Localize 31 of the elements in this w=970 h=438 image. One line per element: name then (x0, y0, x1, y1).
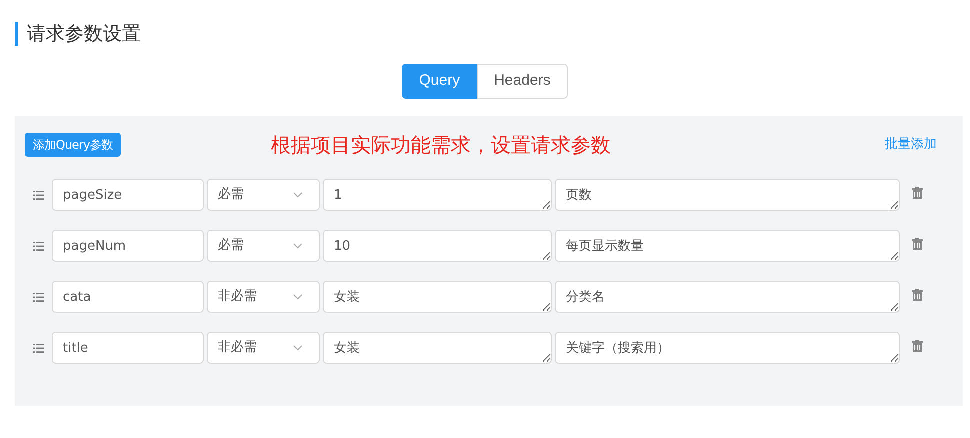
trash-icon[interactable] (912, 187, 923, 199)
tab[interactable]: Headers (477, 64, 568, 99)
chevron-icon (293, 345, 303, 351)
param-value-field[interactable]: 10 (323, 230, 552, 262)
chevron-icon (293, 243, 303, 249)
drag-handle-icon[interactable] (33, 344, 44, 352)
required-select[interactable]: 非必需 (207, 281, 320, 313)
chevron-icon (293, 192, 303, 198)
param-description-field[interactable]: 分类名 (555, 281, 900, 313)
trash-icon[interactable] (912, 340, 923, 352)
trash-icon[interactable] (912, 238, 923, 250)
param-value-field[interactable]: 女装 (323, 281, 552, 313)
drag-handle-icon[interactable] (33, 292, 44, 302)
param-value-field[interactable]: 女装 (323, 332, 552, 364)
param-name-field[interactable]: cata (52, 281, 204, 313)
drag-handle-icon[interactable] (33, 242, 44, 250)
annotation-text: 根据项目实际功能需求，设置请求参数 (270, 132, 611, 159)
param-name-field[interactable]: title (52, 332, 204, 364)
section-title: 请求参数设置 (27, 22, 141, 47)
param-description-field[interactable]: 页数 (555, 179, 900, 211)
drag-handle-icon[interactable] (33, 190, 44, 200)
required-select[interactable]: 必需 (207, 230, 320, 262)
param-name-field[interactable]: pageSize (52, 179, 204, 211)
param-description-field[interactable]: 关键字（搜索用） (555, 332, 900, 364)
required-select[interactable]: 必需 (207, 179, 320, 211)
param-name-field[interactable]: pageNum (52, 230, 204, 262)
param-description-field[interactable]: 每页显示数量 (555, 230, 900, 262)
trash-icon[interactable] (912, 289, 923, 301)
required-select[interactable]: 非必需 (207, 332, 320, 364)
chevron-icon (293, 294, 303, 300)
param-value-field[interactable]: 1 (323, 179, 552, 211)
